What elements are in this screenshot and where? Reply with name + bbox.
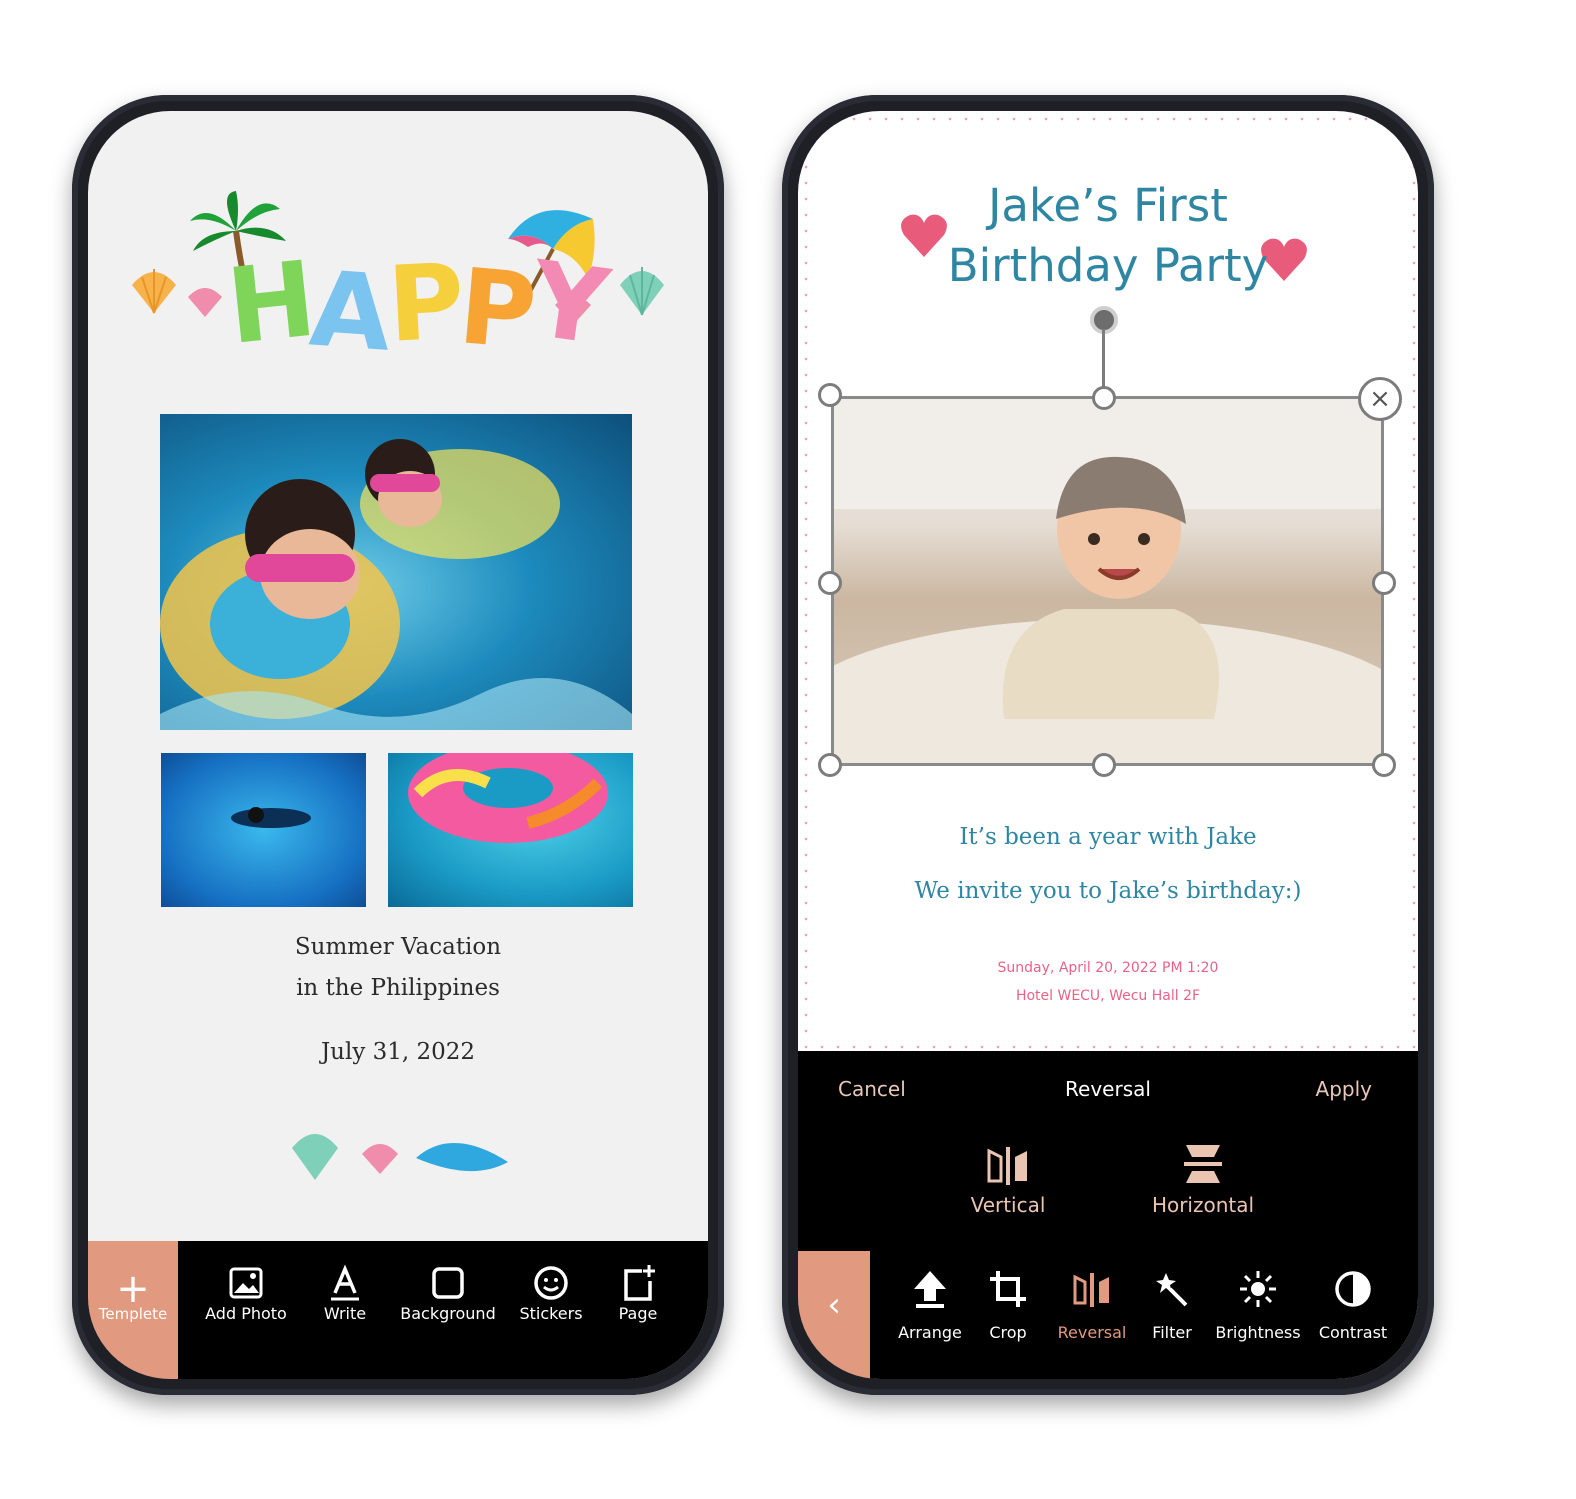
add-photo-button[interactable]: Add Photo [192, 1241, 300, 1379]
stickers-button[interactable]: Stickers [512, 1241, 590, 1379]
brightness-button[interactable]: Brightness [1208, 1269, 1308, 1359]
photo-content [160, 439, 632, 730]
vertical-label: Vertical [970, 1193, 1046, 1217]
brightness-label: Brightness [1215, 1323, 1301, 1342]
resize-handle-right[interactable] [1372, 571, 1396, 595]
magic-wand-icon [1156, 1273, 1188, 1307]
caption-title[interactable]: Summer Vacation [88, 934, 708, 960]
contrast-label: Contrast [1318, 1323, 1388, 1342]
selected-baby-photo[interactable] [831, 396, 1384, 766]
reversal-panel: Cancel Reversal Apply Vertical Horizonta… [798, 1051, 1418, 1379]
photo-content [834, 399, 1381, 763]
phone-left: HAPPY Summer Vacation in the Philippines… [72, 95, 724, 1395]
apply-button[interactable]: Apply [1316, 1077, 1372, 1101]
shell-icon [188, 288, 222, 317]
shell-icon [620, 267, 664, 316]
image-icon [229, 1267, 263, 1299]
flip-horizontal-icon [1184, 1145, 1222, 1183]
add-page-icon [624, 1265, 655, 1301]
filter-button[interactable]: Filter [1144, 1269, 1200, 1359]
rotate-handle-stem [1102, 329, 1105, 393]
close-icon[interactable]: × [1358, 377, 1402, 421]
contrast-button[interactable]: Contrast [1310, 1269, 1396, 1359]
photo-book-editor-screen: HAPPY Summer Vacation in the Philippines… [88, 111, 708, 1379]
flip-icon [1073, 1273, 1109, 1307]
arrange-button[interactable]: Arrange [890, 1269, 970, 1359]
write-label: Write [323, 1304, 367, 1323]
photo-pool-float[interactable] [388, 753, 633, 907]
background-label: Background [400, 1304, 496, 1323]
background-button[interactable]: Background [390, 1241, 506, 1379]
resize-handle-top-left[interactable] [818, 383, 842, 407]
photo-swimmer[interactable] [161, 753, 366, 907]
event-location[interactable]: Hotel WECU, Wecu Hall 2F [798, 988, 1418, 1004]
caption-subtitle[interactable]: in the Philippines [88, 975, 708, 1001]
add-photo-label: Add Photo [205, 1304, 287, 1323]
event-datetime[interactable]: Sunday, April 20, 2022 PM 1:20 [798, 960, 1418, 976]
crop-label: Crop [989, 1323, 1027, 1342]
resize-handle-bottom-right[interactable] [1372, 753, 1396, 777]
stickers-label: Stickers [519, 1304, 583, 1323]
flip-vertical-icon [987, 1147, 1027, 1185]
bottom-toolbar: + Templete Add Photo Write Background St… [88, 1241, 708, 1379]
shell-icon [362, 1144, 398, 1174]
crop-icon [990, 1271, 1026, 1307]
conch-shell-icon [416, 1142, 508, 1172]
invitation-title-line2[interactable]: Birthday Party [798, 239, 1418, 292]
brightness-icon [1240, 1271, 1276, 1307]
invite-text-line2[interactable]: We invite you to Jake’s birthday:) [798, 878, 1418, 904]
resize-handle-bottom-left[interactable] [818, 753, 842, 777]
photo-kids-swimming[interactable] [160, 414, 632, 730]
back-chevron-button[interactable]: ‹ [798, 1251, 870, 1379]
reversal-label: Reversal [1057, 1323, 1127, 1342]
photo-content [231, 807, 311, 828]
caption-date[interactable]: July 31, 2022 [88, 1039, 708, 1065]
invite-text-line1[interactable]: It’s been a year with Jake [798, 824, 1418, 850]
templete-button[interactable]: + Templete [88, 1241, 178, 1379]
square-icon [432, 1267, 464, 1299]
arrange-label: Arrange [898, 1323, 962, 1342]
resize-handle-left[interactable] [818, 571, 842, 595]
text-a-icon [331, 1264, 359, 1301]
invitation-editor-screen: Jake’s First Birthday Party × It’s been … [798, 111, 1418, 1379]
phone-right: Jake’s First Birthday Party × It’s been … [782, 95, 1434, 1395]
horizontal-label: Horizontal [1151, 1193, 1255, 1217]
resize-handle-bottom[interactable] [1092, 753, 1116, 777]
invitation-title-line1[interactable]: Jake’s First [798, 179, 1418, 232]
crop-button[interactable]: Crop [978, 1269, 1038, 1359]
happy-sticker-header[interactable]: HAPPY [128, 191, 678, 391]
shell-icon [292, 1134, 338, 1180]
vertical-flip-option[interactable]: Vertical [933, 1141, 1083, 1231]
happy-title: HAPPY [221, 237, 613, 376]
plus-icon: + [116, 1266, 150, 1312]
templete-label: Templete [98, 1305, 168, 1323]
contrast-icon [1335, 1271, 1371, 1307]
smiley-icon [534, 1266, 568, 1300]
filter-label: Filter [1152, 1323, 1192, 1342]
horizontal-flip-option[interactable]: Horizontal [1128, 1141, 1278, 1231]
resize-handle-top[interactable] [1092, 386, 1116, 410]
arrow-up-icon [914, 1271, 946, 1308]
reversal-button[interactable]: Reversal [1048, 1269, 1136, 1359]
shell-icon [132, 269, 176, 314]
page-button[interactable]: Page [604, 1241, 672, 1379]
page-label: Page [618, 1304, 658, 1323]
photo-content [408, 753, 608, 843]
write-button[interactable]: Write [310, 1241, 380, 1379]
shell-stickers-footer[interactable] [288, 1124, 518, 1184]
